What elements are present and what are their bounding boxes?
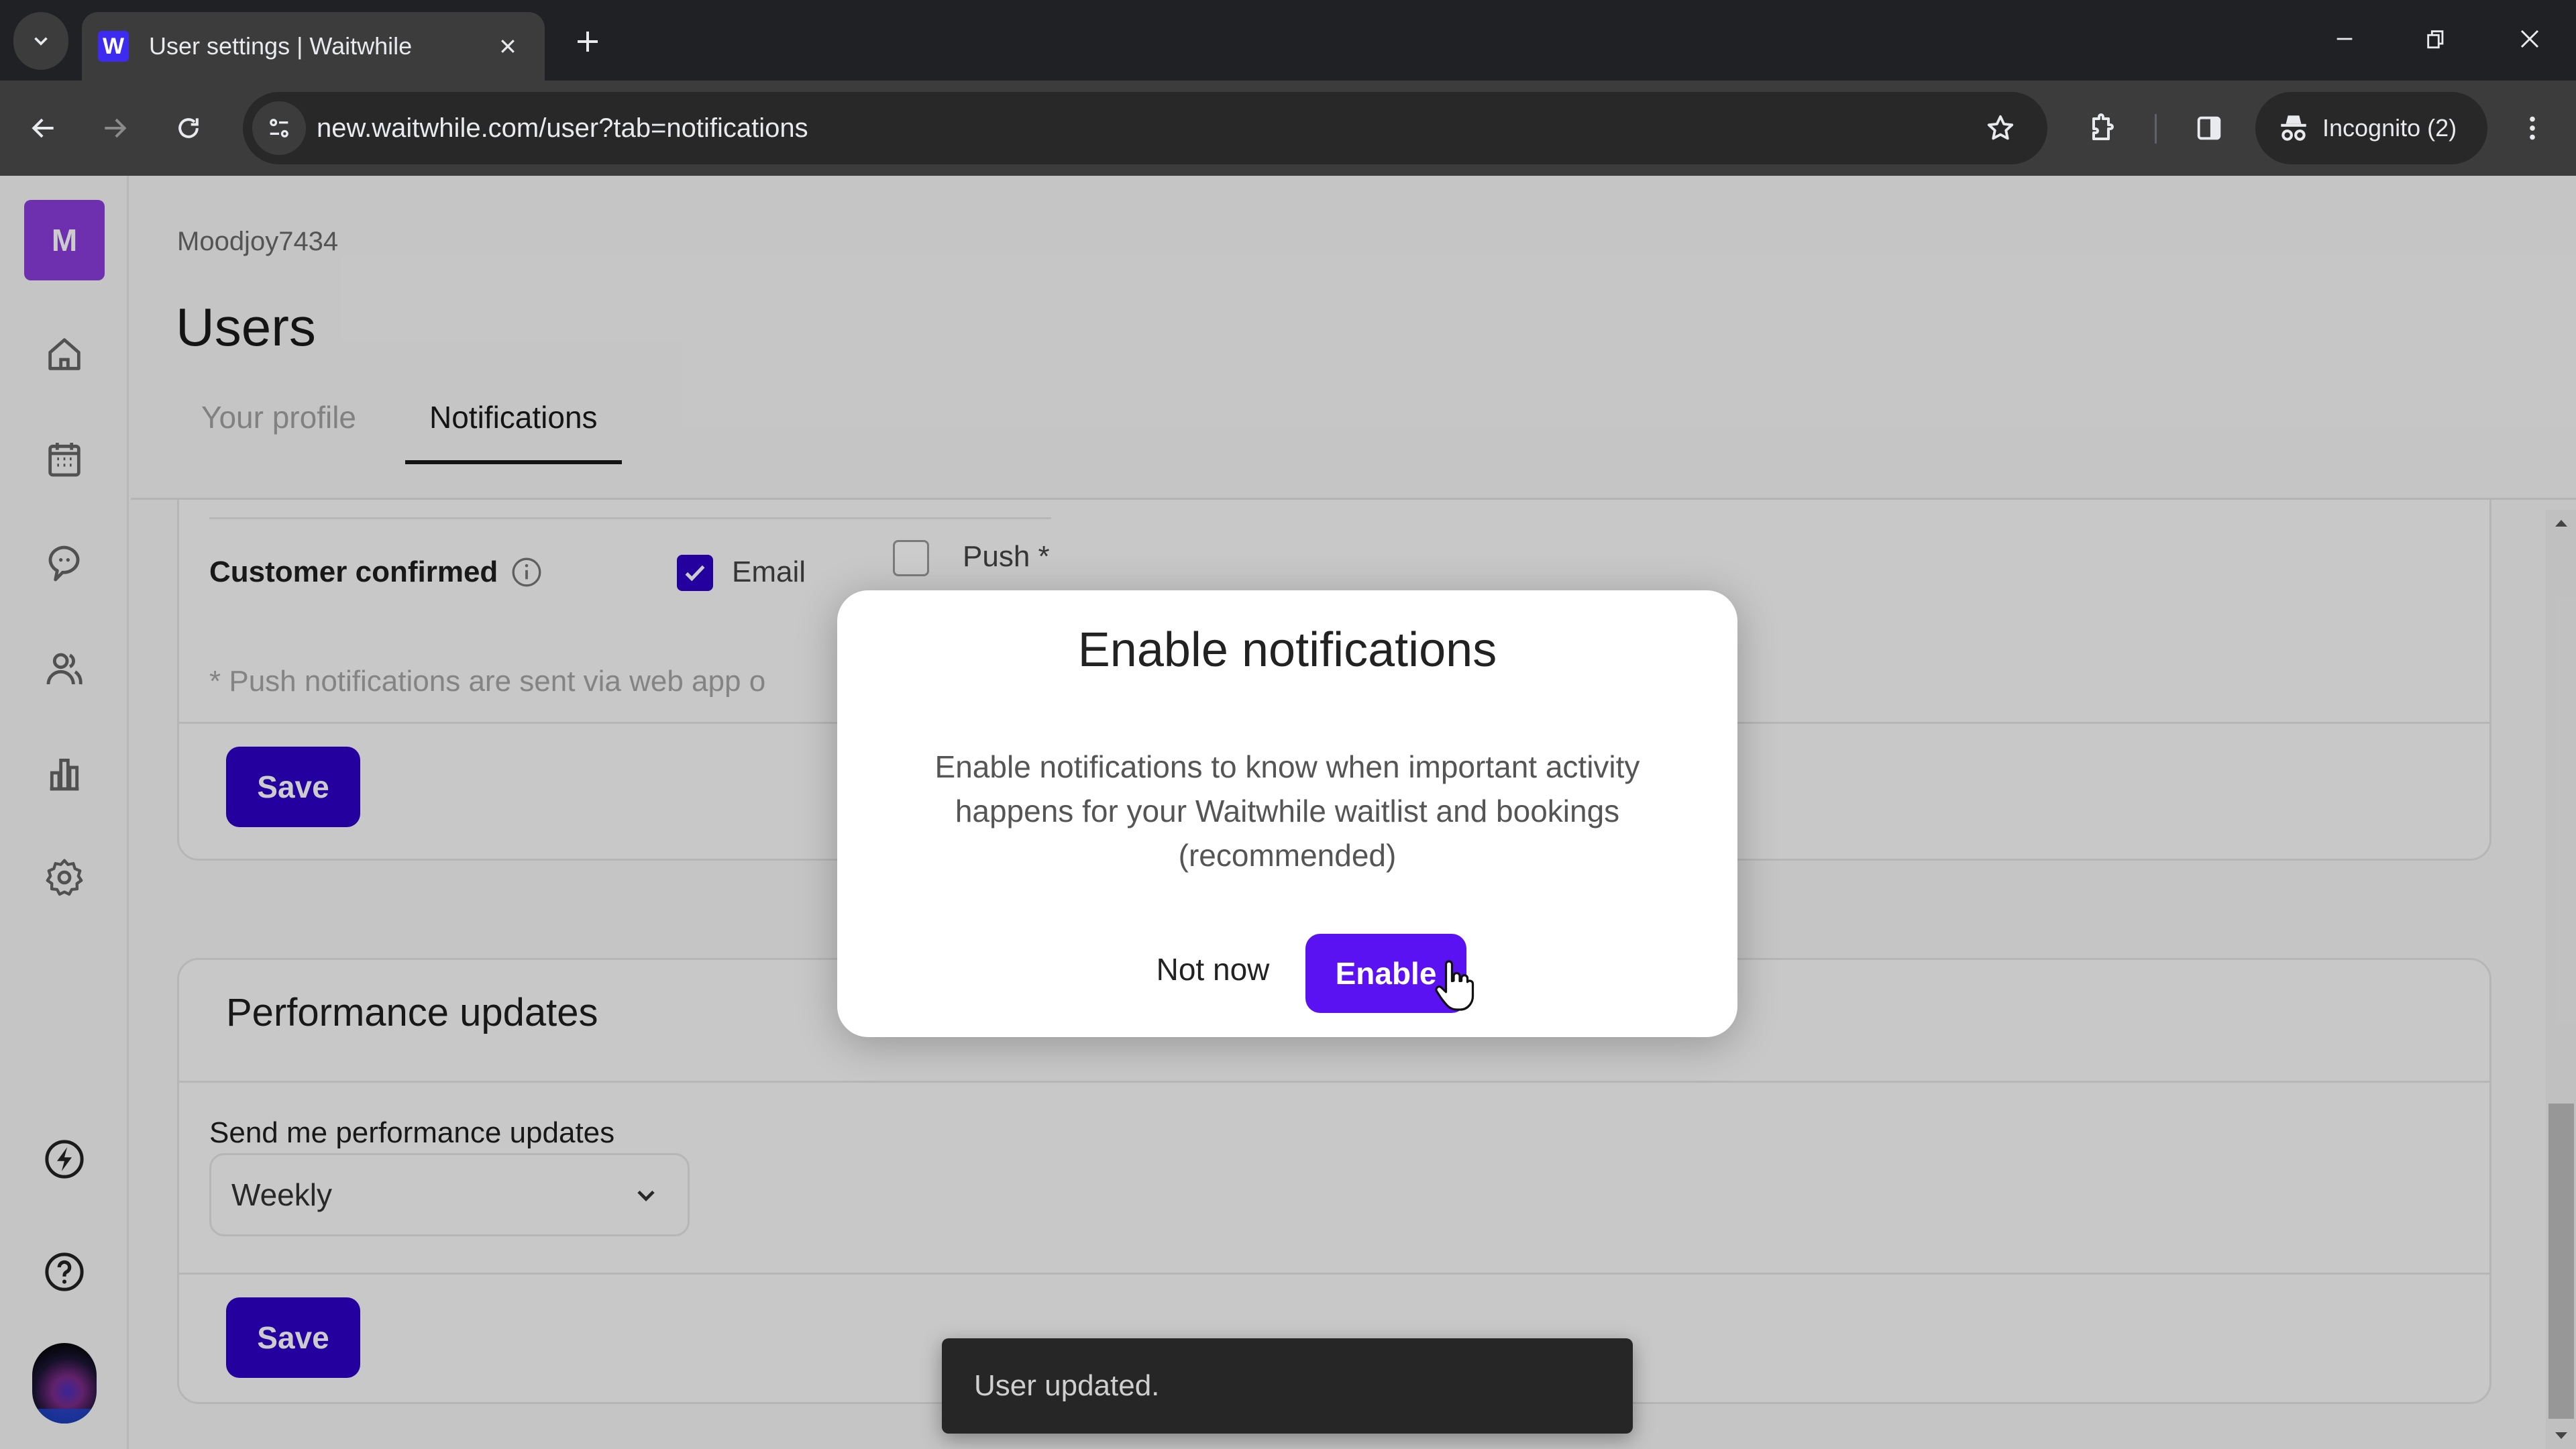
restore-button[interactable] [2399,12,2473,66]
toast-message: User updated. [974,1369,1160,1402]
window-close-icon [2520,30,2539,48]
waitwhile-favicon-icon: W [98,31,129,62]
url-text[interactable]: new.waitwhile.com/user?tab=notifications [317,92,808,164]
side-panel-icon [2197,116,2221,140]
restore-icon [2427,30,2444,49]
bookmark-star-icon [1987,115,2014,140]
bookmark-button[interactable] [1974,101,2027,155]
tab-title: User settings | Waitwhile [149,32,413,60]
browser-menu-button[interactable] [2504,99,2561,157]
forward-button[interactable] [86,99,144,157]
site-info-button[interactable] [252,101,306,155]
minimize-button[interactable] [2308,12,2381,66]
not-now-button[interactable]: Not now [1132,932,1293,1006]
browser-toolbar: new.waitwhile.com/user?tab=notifications… [0,80,2576,176]
reload-button[interactable] [160,99,217,157]
back-arrow-icon [32,118,54,138]
close-icon [501,40,515,53]
tab-close-button[interactable] [490,28,526,64]
tab-search-button[interactable] [13,12,68,70]
more-vertical-icon [2530,116,2535,140]
minimize-icon [2337,38,2353,40]
dialog-body: Enable notifications to know when import… [934,749,1640,873]
incognito-indicator[interactable]: Incognito (2) [2255,92,2487,164]
back-button[interactable] [15,99,72,157]
browser-tab[interactable]: W User settings | Waitwhile [82,12,545,80]
reload-icon [178,118,199,138]
incognito-label: Incognito (2) [2322,114,2457,142]
tune-icon [270,119,288,138]
enable-notifications-dialog: Enable notifications Enable notification… [837,590,1737,1037]
hand-pointer-cursor-icon [1435,960,1474,1011]
extensions-button[interactable] [2073,99,2131,157]
forward-arrow-icon [105,118,127,138]
dialog-title: Enable notifications [1077,623,1497,677]
incognito-icon [2281,115,2306,141]
new-tab-button[interactable] [568,21,608,62]
toolbar-divider [2155,114,2157,144]
chevron-down-icon [34,37,48,46]
side-panel-button[interactable] [2180,99,2238,157]
address-bar[interactable]: new.waitwhile.com/user?tab=notifications [243,92,2047,164]
window-close-button[interactable] [2493,12,2567,66]
plus-icon [578,32,598,52]
toast-notification: User updated. [942,1338,1633,1434]
browser-tab-strip: W User settings | Waitwhile [0,0,2576,80]
extensions-icon [2092,113,2114,140]
